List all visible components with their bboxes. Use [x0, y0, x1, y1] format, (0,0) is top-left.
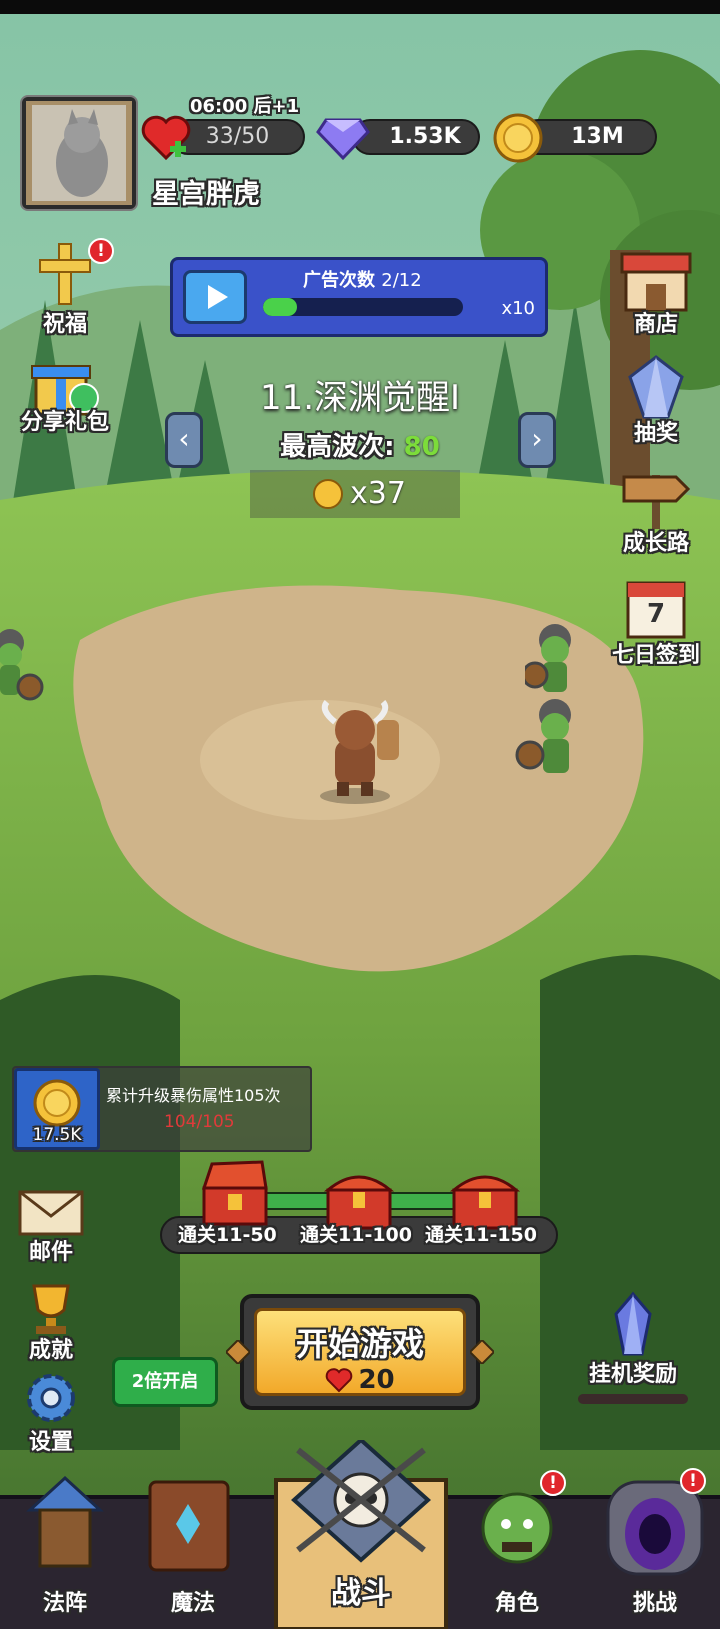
seven-day-checkin-button[interactable]: 7 七日签到	[612, 577, 700, 669]
growth-label: 成长路	[622, 531, 689, 556]
gem-counter: 1.53K	[352, 119, 480, 155]
bless-label: 祝福	[42, 312, 87, 337]
achievements-button[interactable]: 成就	[16, 1280, 86, 1368]
nav-challenge[interactable]: 挑战 !	[590, 1454, 720, 1629]
bless-alert-badge: !	[88, 238, 114, 264]
ad-progress-bar	[263, 298, 463, 316]
chest-label-3: 通关11-150	[425, 1224, 537, 1246]
nav-battle-label: 战斗	[331, 1576, 391, 1611]
crystal-icon	[614, 1291, 652, 1356]
checkin-label: 七日签到	[611, 643, 700, 668]
avatar-image	[26, 101, 132, 205]
mail-label: 邮件	[28, 1240, 73, 1265]
spellbook-icon	[148, 1480, 230, 1572]
diamond-ornament-icon	[226, 1340, 250, 1364]
trophy-icon	[32, 1284, 70, 1334]
nav-formation-label: 法阵	[42, 1591, 87, 1616]
coin-icon	[33, 1079, 81, 1127]
idle-reward-button[interactable]: 挂机奖励	[578, 1290, 688, 1404]
coin-icon	[313, 479, 343, 509]
stage-reward: x37	[250, 470, 460, 518]
best-wave-label: 最高波次:	[280, 432, 395, 462]
hero-minotaur	[320, 700, 399, 804]
enemy-goblin	[0, 629, 44, 701]
stage-name: 11.深渊觉醒I	[259, 378, 461, 418]
nav-character-alert-badge: !	[540, 1470, 566, 1496]
heart-icon	[326, 1368, 353, 1393]
gear-icon	[27, 1374, 75, 1422]
nav-character[interactable]: 角色 !	[452, 1454, 582, 1629]
chest-label-2: 通关11-100	[300, 1224, 412, 1246]
idle-reward-label: 挂机奖励	[588, 1362, 677, 1387]
gem-value: 1.53K	[389, 124, 461, 149]
ad-count: 2/12	[381, 270, 422, 291]
quest-progress: 104/105	[164, 1112, 235, 1132]
idle-reward-bar	[578, 1394, 688, 1404]
signpost-icon	[622, 475, 691, 529]
mail-button[interactable]: 邮件	[16, 1182, 86, 1270]
start-cost: 20	[358, 1365, 395, 1395]
stamina-value: 33/50	[205, 124, 270, 149]
nav-character-label: 角色	[494, 1591, 539, 1616]
ad-timer: 06:00 后+1	[190, 96, 300, 117]
growth-path-button[interactable]: 成长路	[618, 465, 694, 557]
settings-button[interactable]: 设置	[16, 1368, 86, 1456]
quest-reward: 17.5K	[14, 1068, 100, 1150]
ad-progress-fill	[263, 298, 297, 316]
ad-reward-panel[interactable]: 广告次数 2/12 x10	[170, 257, 548, 337]
nav-challenge-label: 挑战	[632, 1591, 677, 1616]
diamond-ornament-icon	[470, 1340, 494, 1364]
play-icon	[208, 285, 228, 309]
ad-title: 广告次数	[303, 270, 375, 291]
enemy-goblin	[515, 699, 571, 773]
double-speed-button[interactable]: 2倍开启	[112, 1357, 218, 1407]
quest-panel[interactable]: 17.5K 累计升级暴伤属性105次 104/105	[12, 1066, 312, 1152]
achievements-label: 成就	[28, 1338, 73, 1363]
game-scene: 06:00 后+1 星宫胖虎 33/50 1.53K 13M 祝福 ! 分享礼包…	[0, 0, 720, 1629]
skull-icon	[291, 1440, 431, 1563]
nav-magic-label: 魔法	[170, 1591, 215, 1616]
best-wave: 最高波次: 80	[0, 426, 720, 463]
chest-open-icon[interactable]	[198, 1158, 274, 1228]
nav-formation[interactable]: 法阵	[0, 1454, 130, 1629]
start-game-label: 开始游戏	[295, 1325, 424, 1363]
coin-value: 13M	[571, 124, 624, 149]
quest-reward-value: 17.5K	[32, 1125, 82, 1145]
coin-icon	[493, 113, 543, 163]
nav-battle[interactable]: 战斗	[268, 1440, 454, 1629]
bless-button[interactable]: 祝福 !	[28, 238, 114, 340]
checkin-day: 7	[646, 599, 666, 629]
best-wave-value: 80	[403, 432, 440, 462]
nav-challenge-alert-badge: !	[680, 1468, 706, 1494]
ad-play-button[interactable]	[183, 270, 247, 324]
settings-label: 设置	[28, 1430, 73, 1455]
heart-icon	[141, 115, 191, 161]
chest-label-1: 通关11-50	[178, 1224, 277, 1246]
shop-button[interactable]: 商店	[618, 248, 694, 340]
start-game-button[interactable]: 开始游戏 20	[240, 1294, 480, 1410]
envelope-icon	[18, 1190, 84, 1236]
shop-icon	[620, 252, 692, 312]
player-name: 星宫胖虎	[152, 179, 260, 210]
diamond-icon	[316, 118, 370, 161]
shop-label: 商店	[633, 312, 678, 337]
status-bar	[0, 0, 720, 14]
stage-reward-value: x37	[350, 476, 406, 511]
tower-icon	[26, 1475, 104, 1568]
nav-magic[interactable]: 魔法	[128, 1454, 258, 1629]
ad-multiplier: x10	[501, 298, 535, 319]
quest-text: 累计升级暴伤属性105次	[106, 1086, 281, 1105]
player-avatar[interactable]	[22, 97, 136, 209]
